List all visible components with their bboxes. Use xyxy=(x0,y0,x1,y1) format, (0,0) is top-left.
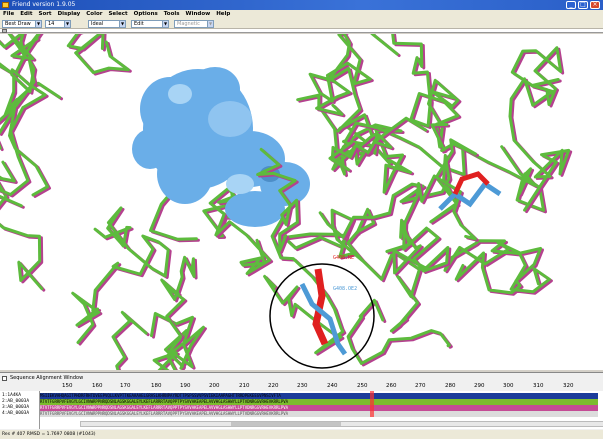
molecule-canvas[interactable] xyxy=(0,34,603,370)
sequence-window-title-text: Sequence Alignment Window xyxy=(10,375,84,381)
ruler-tick: 160 xyxy=(92,383,103,389)
ruler-tick: 150 xyxy=(62,383,73,389)
toolbar: Best Draw ▼ 14 ▼ Ideal ▼ Edit ▼ Magnetic… xyxy=(0,19,603,29)
sequence-rows[interactable]: MSIIEKVAHQAGITPHDRFRHTDVEEPVQLLKVPTTKEAA… xyxy=(40,391,603,429)
magnetic-value: Magnetic xyxy=(177,21,200,27)
sequence-name[interactable]: 4:AB_0003A xyxy=(2,411,29,417)
minimize-button[interactable]: _ xyxy=(566,1,576,9)
atom-label-red: G408.NE xyxy=(333,255,355,261)
ruler-tick: 290 xyxy=(474,383,485,389)
chevron-down-icon: ▼ xyxy=(119,21,125,27)
menu-help[interactable]: Help xyxy=(216,10,230,19)
chevron-down-icon: ▼ xyxy=(207,21,213,27)
menu-sort[interactable]: Sort xyxy=(38,10,51,19)
mode-value: Ideal xyxy=(91,21,104,27)
size-value: 14 xyxy=(48,21,55,27)
sequence-window-title: Sequence Alignment Window xyxy=(2,374,83,382)
ruler-tick: 310 xyxy=(533,383,544,389)
menu-edit[interactable]: Edit xyxy=(20,10,32,19)
slider-thumb[interactable] xyxy=(2,29,7,33)
frame-slider[interactable] xyxy=(0,29,603,33)
sidechain-center xyxy=(299,268,348,356)
close-button[interactable]: × xyxy=(590,1,600,9)
horizontal-scrollbar[interactable] xyxy=(80,421,603,427)
alignment-cursor[interactable] xyxy=(370,391,374,417)
ruler-tick: 180 xyxy=(151,383,162,389)
ruler-tick: 240 xyxy=(327,383,338,389)
ruler-tick: 280 xyxy=(445,383,456,389)
ruler-tick: 190 xyxy=(180,383,191,389)
menu-display[interactable]: Display xyxy=(58,10,81,19)
edit-value: Edit xyxy=(134,21,144,27)
menu-color[interactable]: Color xyxy=(86,10,102,19)
application-window: Friend version 1.9.05 _ □ × File Edit So… xyxy=(0,0,603,439)
menu-file[interactable]: File xyxy=(3,10,14,19)
magnetic-select[interactable]: Magnetic ▼ xyxy=(174,20,214,28)
menu-select[interactable]: Select xyxy=(108,10,127,19)
edit-select[interactable]: Edit ▼ xyxy=(131,20,169,28)
menu-window[interactable]: Window xyxy=(186,10,211,19)
atom-label-blue: G408.OE2 xyxy=(333,286,358,292)
ruler-tick: 210 xyxy=(239,383,250,389)
molecule-3d-viewport[interactable]: G408.NE G408.OE2 xyxy=(0,34,603,370)
backbone-trace-green xyxy=(0,175,44,291)
backbone-trace-green xyxy=(346,298,451,365)
size-select[interactable]: 14 ▼ xyxy=(45,20,71,28)
chevron-down-icon: ▼ xyxy=(162,21,168,27)
sequence-row[interactable]: RTVTFGRRPVFEVGYLGCIVNWRPPNRQDSNLAGSKGGAL… xyxy=(40,411,598,417)
ruler-tick: 220 xyxy=(268,383,279,389)
status-bar: Res # 407 RMSD = 1.7697 0808 (#1043) xyxy=(0,430,603,439)
menu-bar: File Edit Sort Display Color Select Opti… xyxy=(0,10,603,19)
menu-tools[interactable]: Tools xyxy=(164,10,180,19)
window-box-icon xyxy=(2,376,7,381)
mode-select[interactable]: Ideal ▼ xyxy=(88,20,126,28)
chevron-down-icon: ▼ xyxy=(35,21,41,27)
ruler-tick: 270 xyxy=(415,383,426,389)
ruler-tick: 230 xyxy=(297,383,308,389)
app-icon xyxy=(2,2,9,8)
ruler-tick: 260 xyxy=(386,383,397,389)
window-title: Friend version 1.9.05 xyxy=(12,1,76,8)
ruler-tick: 320 xyxy=(563,383,574,389)
sequence-ruler: 150 160 170 180 190 200 210 220 230 240 … xyxy=(0,382,603,390)
menu-options[interactable]: Options xyxy=(134,10,158,19)
chevron-down-icon: ▼ xyxy=(64,21,70,27)
status-text: Res # 407 RMSD = 1.7697 0808 (#1043) xyxy=(2,432,96,437)
draw-style-select[interactable]: Best Draw ▼ xyxy=(2,20,42,28)
ruler-tick: 250 xyxy=(357,383,368,389)
draw-style-value: Best Draw xyxy=(5,21,31,27)
ruler-tick: 170 xyxy=(120,383,131,389)
sequence-name-column: 1:1A4KA 2:AB_0003A 3:AB_0003A 4:AB_0003A xyxy=(0,391,40,429)
sequence-alignment-window: Sequence Alignment Window 150 160 170 18… xyxy=(0,372,603,430)
title-bar: Friend version 1.9.05 _ □ × xyxy=(0,0,603,10)
scrollbar-thumb[interactable] xyxy=(231,422,341,426)
ruler-tick: 200 xyxy=(209,383,220,389)
ruler-tick: 300 xyxy=(503,383,514,389)
maximize-button[interactable]: □ xyxy=(578,1,588,9)
